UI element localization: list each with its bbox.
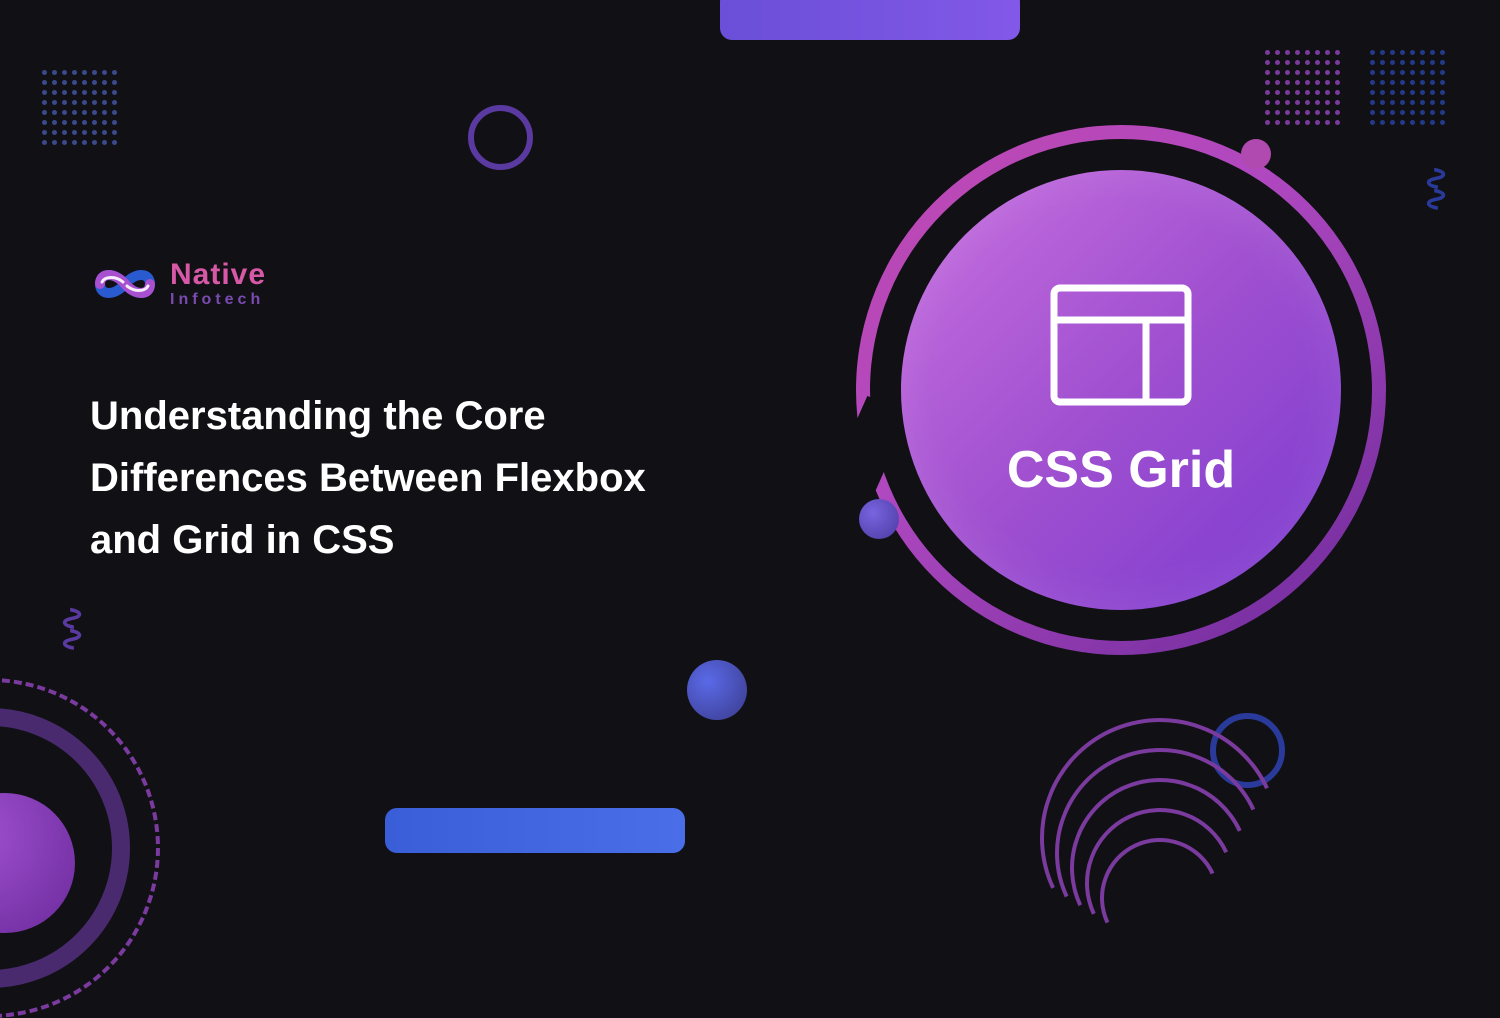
dot-grid-right-blue bbox=[1370, 50, 1445, 125]
page-heading: Understanding the Core Differences Betwe… bbox=[90, 385, 720, 571]
feature-circle: CSS Grid bbox=[901, 170, 1341, 610]
brand-logo: Native Infotech bbox=[90, 260, 266, 308]
logo-title: Native bbox=[170, 260, 266, 290]
decor-circle-outline-top bbox=[468, 105, 533, 170]
dot-grid-left bbox=[42, 70, 117, 145]
decor-squiggle-left: ∿∿ bbox=[65, 605, 81, 647]
bottom-accent-bar bbox=[385, 808, 685, 853]
ring-dot-bottom bbox=[859, 499, 899, 539]
dot-grid-right-purple bbox=[1265, 50, 1340, 125]
logo-subtitle: Infotech bbox=[170, 292, 266, 308]
feature-ring: CSS Grid bbox=[856, 125, 1386, 655]
decor-squiggle-right: ∿∿ bbox=[1429, 165, 1445, 207]
infinity-icon bbox=[90, 262, 160, 307]
ring-dot-top bbox=[1241, 139, 1271, 169]
grid-layout-icon bbox=[1046, 280, 1196, 410]
decor-circle-fill-center bbox=[687, 660, 747, 720]
feature-label: CSS Grid bbox=[1007, 440, 1235, 500]
decor-bottom-left-corner bbox=[0, 688, 150, 988]
top-accent-bar bbox=[720, 0, 1020, 40]
